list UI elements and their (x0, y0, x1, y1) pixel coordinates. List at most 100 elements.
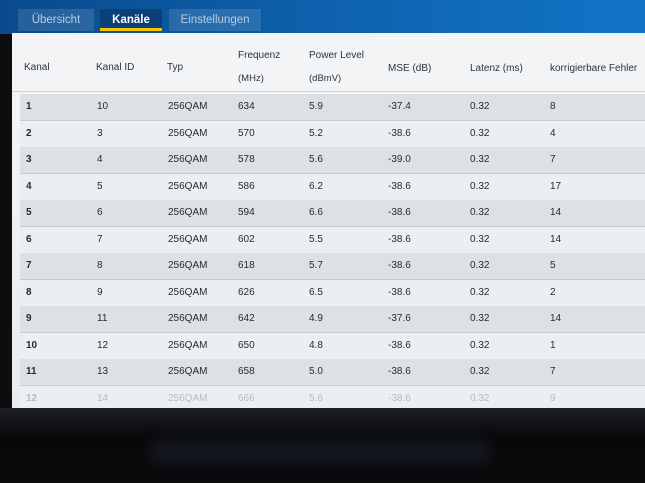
cell-mse: -38.6 (388, 180, 411, 192)
cell-typ: 256QAM (168, 233, 208, 245)
cell-typ: 256QAM (168, 207, 208, 218)
cell-frequenz: 578 (238, 154, 255, 165)
cell-power: 5.5 (309, 233, 323, 245)
cell-frequenz: 602 (238, 233, 255, 245)
header-kanal-id: Kanal ID (96, 62, 135, 73)
cell-kanal-id: 3 (97, 127, 103, 139)
tab-einstellungen[interactable]: Einstellungen (169, 9, 261, 31)
cell-power: 6.5 (309, 286, 323, 298)
cell-typ: 256QAM (168, 101, 208, 112)
cell-typ: 256QAM (168, 366, 208, 377)
cell-fehler: 14 (550, 233, 562, 245)
cell-latenz: 0.32 (470, 101, 490, 112)
cell-fehler: 14 (550, 207, 562, 218)
cell-kanal-id: 8 (97, 260, 103, 271)
table-row: 9 11 256QAM 642 4.9 -37.6 0.32 14 (20, 306, 645, 333)
cell-typ: 256QAM (168, 286, 208, 298)
table-row: 5 6 256QAM 594 6.6 -38.6 0.32 14 (20, 200, 645, 227)
cell-fehler: 7 (550, 366, 556, 377)
table-row: 11 13 256QAM 658 5.0 -38.6 0.32 7 (20, 359, 645, 386)
cell-power: 5.2 (309, 127, 323, 139)
cell-latenz: 0.32 (470, 154, 490, 165)
cell-power: 6.6 (309, 207, 323, 218)
cell-mse: -37.4 (388, 101, 411, 112)
cell-kanal: 4 (26, 180, 32, 192)
cell-kanal: 8 (26, 286, 32, 298)
cell-frequenz: 658 (238, 366, 255, 377)
cell-kanal-id: 5 (97, 180, 103, 192)
cell-mse: -38.6 (388, 339, 411, 351)
cell-fehler: 14 (550, 313, 562, 324)
cell-mse: -38.6 (388, 233, 411, 245)
cell-kanal: 3 (26, 154, 32, 165)
cell-frequenz: 570 (238, 127, 255, 139)
cell-frequenz: 642 (238, 313, 255, 324)
cell-typ: 256QAM (168, 127, 208, 139)
cell-kanal: 9 (26, 313, 32, 324)
cell-frequenz: 586 (238, 180, 255, 192)
table-row: 1 10 256QAM 634 5.9 -37.4 0.32 8 (20, 94, 645, 121)
cell-frequenz: 594 (238, 207, 255, 218)
cell-typ: 256QAM (168, 339, 208, 351)
cell-power: 5.7 (309, 260, 323, 271)
cell-kanal-id: 13 (97, 366, 109, 377)
cell-mse: -39.0 (388, 154, 411, 165)
cell-typ: 256QAM (168, 260, 208, 271)
cell-kanal: 6 (26, 233, 32, 245)
tab-uebersicht[interactable]: Übersicht (18, 9, 94, 31)
top-navigation-bar: Übersicht Kanäle Einstellungen (0, 0, 645, 34)
cell-latenz: 0.32 (470, 260, 490, 271)
table-row: 10 12 256QAM 650 4.8 -38.6 0.32 1 (20, 332, 645, 360)
header-power-unit: (dBmV) (309, 73, 342, 84)
cell-fehler: 17 (550, 180, 562, 192)
cell-latenz: 0.32 (470, 127, 490, 139)
cell-kanal-id: 9 (97, 286, 103, 298)
cell-typ: 256QAM (168, 154, 208, 165)
cell-latenz: 0.32 (470, 207, 490, 218)
cell-fehler: 8 (550, 101, 556, 112)
cell-latenz: 0.32 (470, 392, 490, 404)
cell-fehler: 1 (550, 339, 556, 351)
cell-fehler: 7 (550, 154, 556, 165)
table-row: 2 3 256QAM 570 5.2 -38.6 0.32 4 (20, 120, 645, 148)
cell-fehler: 4 (550, 127, 556, 139)
cell-latenz: 0.32 (470, 286, 490, 298)
header-korrigierbare-fehler: korrigierbare Fehler (550, 63, 638, 74)
cell-kanal-id: 11 (97, 313, 108, 324)
cell-kanal: 2 (26, 127, 32, 139)
cell-mse: -38.6 (388, 366, 411, 377)
cell-fehler: 2 (550, 286, 556, 298)
header-latenz: Latenz (ms) (470, 63, 523, 74)
cell-kanal-id: 14 (97, 392, 109, 404)
cell-kanal: 12 (26, 392, 38, 404)
cell-typ: 256QAM (168, 180, 208, 192)
cell-latenz: 0.32 (470, 233, 490, 245)
header-kanal: Kanal (24, 62, 50, 73)
cell-typ: 256QAM (168, 392, 208, 404)
cell-mse: -38.6 (388, 127, 411, 139)
cell-mse: -38.6 (388, 286, 411, 298)
cell-frequenz: 626 (238, 286, 255, 298)
table-row: 3 4 256QAM 578 5.6 -39.0 0.32 7 (20, 147, 645, 174)
cell-power: 5.6 (309, 154, 323, 165)
table-row: 12 14 256QAM 666 5.6 -38.6 0.32 9 (20, 385, 645, 408)
cell-frequenz: 650 (238, 339, 255, 351)
cell-kanal: 11 (26, 366, 37, 377)
cell-kanal: 7 (26, 260, 32, 271)
cell-kanal-id: 12 (97, 339, 109, 351)
cell-fehler: 9 (550, 392, 556, 404)
cell-power: 5.6 (309, 392, 323, 404)
cell-frequenz: 618 (238, 260, 255, 271)
table-row: 6 7 256QAM 602 5.5 -38.6 0.32 14 (20, 226, 645, 254)
cell-typ: 256QAM (168, 313, 208, 324)
table-row: 8 9 256QAM 626 6.5 -38.6 0.32 2 (20, 279, 645, 307)
cell-kanal: 10 (26, 339, 38, 351)
cell-frequenz: 634 (238, 101, 255, 112)
header-mse: MSE (dB) (388, 63, 432, 74)
cell-latenz: 0.32 (470, 180, 490, 192)
cell-kanal-id: 4 (97, 154, 103, 165)
cell-kanal: 1 (26, 101, 32, 112)
cell-mse: -38.6 (388, 392, 411, 404)
cell-kanal-id: 10 (97, 101, 109, 112)
tab-kanaele[interactable]: Kanäle (100, 9, 162, 31)
